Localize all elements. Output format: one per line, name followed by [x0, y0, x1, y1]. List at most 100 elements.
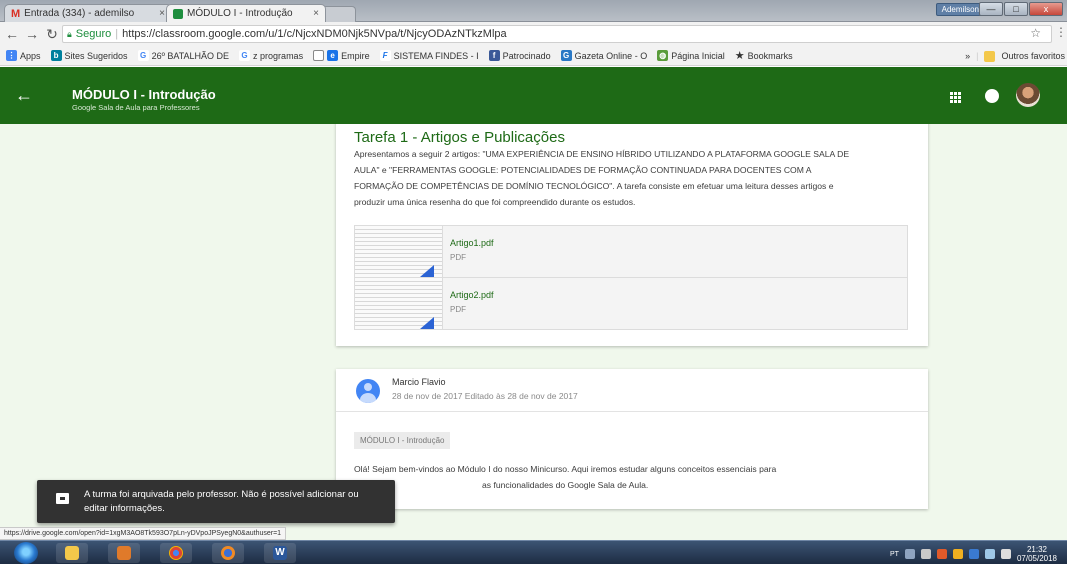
close-tab-icon[interactable]: × [159, 8, 165, 19]
window-controls: — □ x [979, 2, 1063, 16]
bookmark-label: Gazeta Online - O [574, 50, 648, 61]
system-tray: PT 21:32 07/05/2018 [890, 545, 1057, 563]
divider [336, 411, 928, 412]
classroom-header: ← MÓDULO I - Introdução Google Sala de A… [0, 67, 1067, 124]
page-icon [313, 50, 325, 61]
address-row: ← → ↻ 🔒︎ Seguro | https://classroom.goog… [0, 22, 1067, 46]
volume-icon[interactable] [1000, 549, 1011, 559]
keyboard-icon[interactable] [904, 549, 915, 559]
user-avatar[interactable] [1016, 83, 1040, 107]
switch-account-icon[interactable] [985, 89, 999, 103]
new-tab-button[interactable] [322, 6, 356, 22]
bookmark-bookmarks[interactable]: ★ Bookmarks [735, 49, 793, 62]
firefox-icon [221, 546, 235, 560]
globe-icon: ◍ [657, 50, 669, 61]
star-icon: ★ [734, 50, 745, 62]
post-date: 28 de nov de 2017 Editado às 28 de nov d… [392, 391, 578, 401]
maximize-button[interactable]: □ [1004, 2, 1028, 16]
stream-page: Tarefa 1 - Artigos e Publicações Apresen… [0, 124, 1067, 540]
start-button[interactable] [14, 542, 38, 564]
bookmark-sistema-findes[interactable]: F SISTEMA FINDES - I [379, 50, 479, 61]
firefox-taskbar-button[interactable] [212, 543, 244, 563]
bookmark-gazeta[interactable]: G Gazeta Online - O [560, 50, 648, 61]
chrome-menu-icon[interactable]: ⋮ [1055, 25, 1067, 39]
tab-label: Entrada (334) - ademilso [24, 8, 135, 19]
bookmark-sites-sugeridos[interactable]: b Sites Sugeridos [50, 50, 128, 61]
word-taskbar-button[interactable]: W [264, 543, 296, 563]
back-arrow-icon[interactable]: ← [15, 85, 33, 106]
tray-app-icon[interactable] [920, 549, 931, 559]
bookmark-label: Sites Sugeridos [64, 50, 128, 61]
language-indicator[interactable]: PT [890, 551, 899, 558]
minimize-button[interactable]: — [979, 2, 1003, 16]
clock-date: 07/05/2018 [1016, 554, 1057, 563]
class-title: MÓDULO I - Introdução [72, 87, 216, 102]
announcement-card: Marcio Flavio 28 de nov de 2017 Editado … [336, 369, 928, 509]
bookmark-batalhao[interactable]: G 26º BATALHÃO DE [137, 50, 229, 61]
lock-icon: 🔒︎ [67, 28, 72, 39]
attachment-type: PDF [450, 253, 466, 262]
tab-label: MÓDULO I - Introdução [187, 8, 293, 19]
other-bookmarks-button[interactable]: Outros favoritos [1001, 51, 1065, 61]
google-apps-icon[interactable] [950, 92, 961, 103]
attachment-name[interactable]: Artigo1.pdf [450, 238, 494, 248]
media-player-taskbar-button[interactable] [108, 543, 140, 563]
browser-tab-strip: M Entrada (334) - ademilso × MÓDULO I - … [0, 0, 1067, 22]
tab-gmail[interactable]: M Entrada (334) - ademilso × [4, 4, 172, 22]
class-subtitle: Google Sala de Aula para Professores [72, 103, 200, 112]
post-author: Marcio Flavio [392, 377, 446, 387]
bookmark-apps[interactable]: ⋮ Apps [6, 50, 41, 61]
clock[interactable]: 21:32 07/05/2018 [1017, 545, 1057, 563]
assignment-title[interactable]: Tarefa 1 - Artigos e Publicações [354, 129, 565, 146]
explorer-taskbar-button[interactable] [56, 543, 88, 563]
forward-icon[interactable]: → [24, 26, 40, 42]
screen: M Entrada (334) - ademilso × MÓDULO I - … [0, 0, 1067, 564]
tray-app-icon[interactable] [968, 549, 979, 559]
attachment-type: PDF [450, 305, 466, 314]
chrome-taskbar-button[interactable] [160, 543, 192, 563]
google-g-icon: G [137, 50, 149, 61]
bookmark-z-programas[interactable]: G z programas [239, 50, 303, 61]
bookmark-label: SISTEMA FINDES - I [393, 50, 479, 61]
post-text-line: as funcionalidades do Google Sala de Aul… [482, 480, 649, 490]
more-bookmarks-button[interactable]: » [965, 51, 970, 61]
attachment-name[interactable]: Artigo2.pdf [450, 290, 494, 300]
attachment-artigo2[interactable]: Artigo2.pdf PDF [354, 277, 908, 330]
gmail-icon: M [11, 7, 21, 20]
folder-icon [65, 546, 79, 560]
bookmark-pagina-inicial[interactable]: ◍ Página Inicial [657, 50, 725, 61]
bookmark-label: Página Inicial [671, 50, 725, 61]
chrome-icon [169, 546, 183, 560]
clock-time: 21:32 [1026, 545, 1047, 554]
word-icon: W [273, 546, 287, 560]
post-text: Olá! Sejam bem-vindos ao Módulo I do nos… [354, 461, 914, 493]
assignment-description: Apresentamos a seguir 2 artigos: "UMA EX… [354, 149, 850, 207]
snackbar-message: A turma foi arquivada pelo professor. Nã… [84, 489, 359, 514]
author-avatar [356, 379, 380, 403]
close-window-button[interactable]: x [1029, 2, 1063, 16]
tray-app-icon[interactable] [952, 549, 963, 559]
bookmark-label: z programas [253, 50, 304, 61]
facebook-icon: f [488, 50, 500, 61]
bookmark-patrocinado[interactable]: f Patrocinado [488, 50, 551, 61]
address-bar[interactable]: 🔒︎ Seguro | https://classroom.google.com… [62, 25, 1052, 43]
windows-taskbar: W PT 21:32 07/05/2018 [0, 540, 1067, 564]
classroom-icon [173, 8, 183, 19]
archive-icon [56, 493, 69, 504]
bookmark-label: Patrocinado [502, 50, 551, 61]
attachment-artigo1[interactable]: Artigo1.pdf PDF [354, 225, 908, 278]
network-icon[interactable] [984, 549, 995, 559]
tab-classroom[interactable]: MÓDULO I - Introdução × [166, 4, 326, 22]
apps-grid-icon: ⋮ [6, 50, 17, 61]
back-icon[interactable]: ← [4, 26, 20, 42]
bookmark-empire[interactable]: e Empire [313, 50, 370, 61]
topic-chip[interactable]: MÓDULO I - Introdução [354, 432, 451, 449]
reload-icon[interactable]: ↻ [44, 26, 60, 43]
profile-chip[interactable]: Ademilson [935, 3, 985, 16]
bookmark-label: Bookmarks [747, 50, 793, 61]
bookmark-star-icon[interactable]: ☆ [1030, 26, 1041, 40]
pdf-thumbnail [355, 226, 443, 277]
tray-app-icon[interactable] [936, 549, 947, 559]
drive-corner-icon [420, 317, 434, 329]
close-tab-icon[interactable]: × [313, 8, 319, 19]
